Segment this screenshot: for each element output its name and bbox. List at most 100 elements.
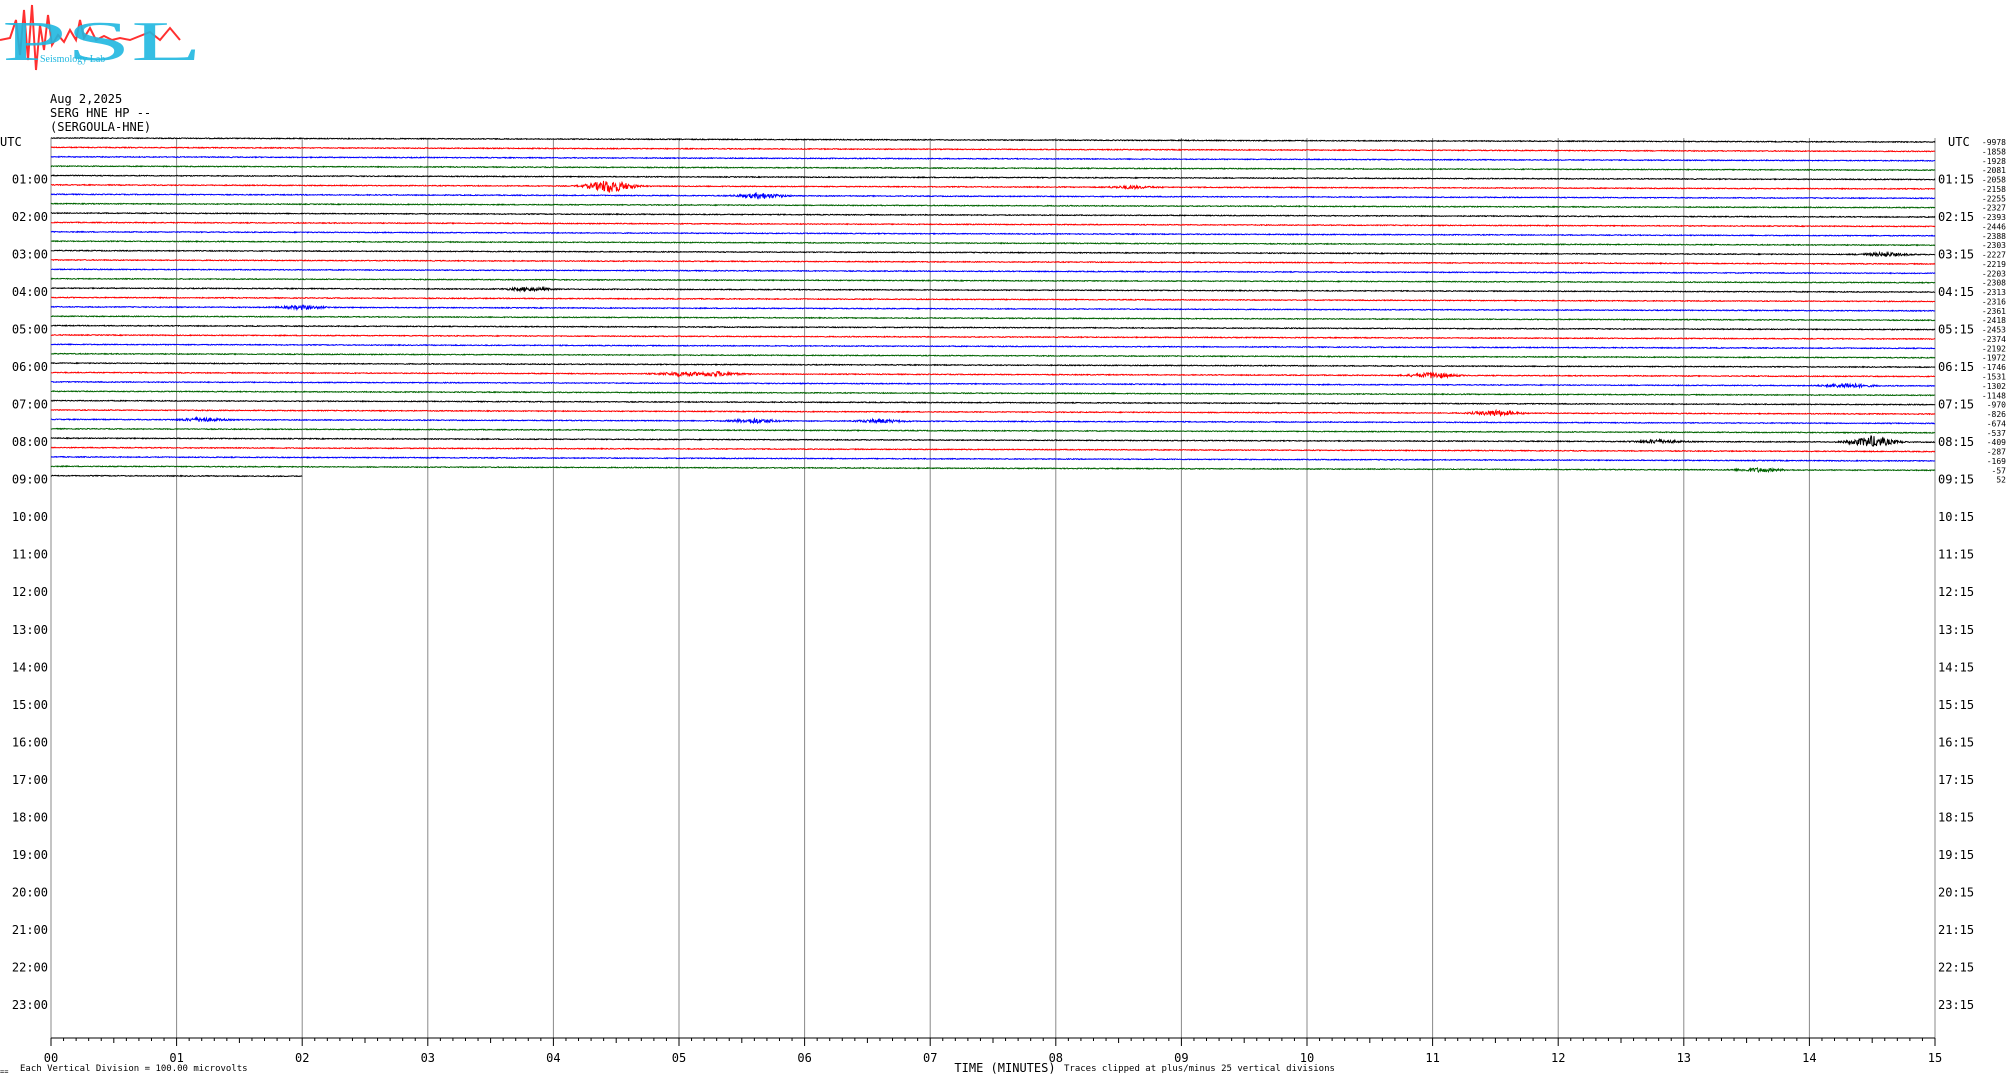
time-axis-tick-label: 10: [1300, 1051, 1314, 1065]
hour-label-right: 03:15: [1938, 248, 1974, 262]
row-offset-value: -409: [1987, 438, 2006, 447]
time-axis-tick-label: 13: [1677, 1051, 1691, 1065]
hour-label-right: 21:15: [1938, 923, 1974, 937]
row-offset-value: -1746: [1982, 363, 2006, 372]
hour-label-right: 05:15: [1938, 323, 1974, 337]
row-offset-value: -1972: [1982, 354, 2006, 363]
seismic-trace: [50, 239, 1936, 247]
seismic-trace: [50, 361, 1936, 369]
time-axis-tick-label: 09: [1174, 1051, 1188, 1065]
row-offset-value: -2255: [1982, 194, 2006, 203]
row-offset-value: -2303: [1982, 241, 2006, 250]
time-axis-tick-label: 05: [672, 1051, 686, 1065]
hour-label-left: 18:00: [12, 810, 48, 824]
hour-label-left: 07:00: [12, 398, 48, 412]
seismic-trace: [50, 174, 1936, 181]
row-offset-value: -2081: [1982, 166, 2006, 175]
seismic-trace: [50, 415, 1936, 425]
row-offset-value: -169: [1987, 457, 2006, 466]
time-axis-title: TIME (MINUTES): [954, 1061, 1055, 1075]
seismic-trace: [50, 211, 1936, 219]
hour-label-left: 09:00: [12, 473, 48, 487]
row-offset-value: -1928: [1982, 157, 2006, 166]
seismic-trace: [50, 268, 1936, 275]
hour-label-right: 15:15: [1938, 698, 1974, 712]
row-offset-value: -9978: [1982, 138, 2006, 147]
time-axis-tick-label: 02: [295, 1051, 309, 1065]
seismic-trace: [50, 230, 1936, 238]
seismic-trace: [50, 435, 1936, 447]
hour-label-left: 06:00: [12, 360, 48, 374]
hour-label-right: 19:15: [1938, 848, 1974, 862]
utc-label-right: UTC: [1948, 135, 1970, 149]
row-offset-value: -2361: [1982, 307, 2006, 316]
row-offset-value: -826: [1987, 410, 2006, 419]
row-offset-value: -2192: [1982, 344, 2006, 353]
hour-label-left: 12:00: [12, 585, 48, 599]
hour-label-left: 17:00: [12, 773, 48, 787]
hour-label-left: 21:00: [12, 923, 48, 937]
hour-label-left: 11:00: [12, 548, 48, 562]
row-offset-value: -2453: [1982, 326, 2006, 335]
hour-label-left: 08:00: [12, 435, 48, 449]
hour-label-left: 19:00: [12, 848, 48, 862]
hour-label-right: 01:15: [1938, 173, 1974, 187]
seismic-trace: [50, 352, 1936, 359]
hour-label-left: 22:00: [12, 960, 48, 974]
row-offset-value: -1148: [1982, 391, 2006, 400]
seismic-trace: [50, 455, 1936, 463]
seismic-trace: [50, 296, 1936, 303]
row-offset-value: -2418: [1982, 316, 2006, 325]
hour-label-right: 16:15: [1938, 735, 1974, 749]
hour-label-left: 23:00: [12, 998, 48, 1012]
row-offset-value: -674: [1987, 419, 2006, 428]
seismic-trace: [50, 191, 1936, 200]
seismic-trace: [50, 202, 1936, 209]
hour-label-right: 13:15: [1938, 623, 1974, 637]
seismic-trace: [50, 427, 1936, 435]
hour-label-left: 04:00: [12, 285, 48, 299]
row-offset-value: -1531: [1982, 373, 2006, 382]
seismic-trace: [50, 285, 1936, 294]
hour-label-right: 14:15: [1938, 660, 1974, 674]
hour-label-left: 02:00: [12, 210, 48, 224]
seismic-trace: [50, 399, 1936, 406]
time-axis-tick-label: 14: [1802, 1051, 1816, 1065]
hour-label-right: 02:15: [1938, 210, 1974, 224]
seismic-trace: [50, 155, 1936, 162]
row-offset-value: -2308: [1982, 279, 2006, 288]
hour-label-right: 04:15: [1938, 285, 1974, 299]
helicorder-plot: 00 01 02 03 04 05 06 07 08 09 10 11 12 13 14 15TIME (MI…: [0, 135, 2007, 1075]
time-axis-tick-label: 00: [44, 1051, 58, 1065]
row-offset-value: -2374: [1982, 335, 2006, 344]
hour-label-right: 06:15: [1938, 360, 1974, 374]
hour-label-left: 15:00: [12, 698, 48, 712]
seismic-trace: [50, 446, 1936, 453]
row-offset-value: -2058: [1982, 176, 2006, 185]
row-offset-value: -2327: [1982, 204, 2006, 213]
seismic-trace: [50, 180, 1936, 193]
hour-label-left: 14:00: [12, 660, 48, 674]
hour-label-left: 03:00: [12, 248, 48, 262]
seismic-trace: [50, 370, 1936, 379]
hour-label-left: 20:00: [12, 885, 48, 899]
time-axis-tick-label: 01: [169, 1051, 183, 1065]
seismic-trace: [50, 258, 1936, 266]
hour-label-right: 23:15: [1938, 998, 1974, 1012]
seismic-trace: [50, 408, 1936, 418]
hour-label-right: 10:15: [1938, 510, 1974, 524]
hour-label-left: 13:00: [12, 623, 48, 637]
row-offset-value: -57: [1992, 466, 2007, 475]
seismic-trace: [50, 164, 1936, 172]
row-offset-value: -2393: [1982, 213, 2006, 222]
time-axis-tick-label: 11: [1425, 1051, 1439, 1065]
seismic-trace: [50, 136, 1936, 144]
hour-label-right: 09:15: [1938, 473, 1974, 487]
time-axis-tick-label: 12: [1551, 1051, 1565, 1065]
row-offset-value: -287: [1987, 448, 2006, 457]
row-offset-value: -2316: [1982, 297, 2006, 306]
vertical-division-note: Each Vertical Division = 100.00 microvol…: [20, 1064, 248, 1074]
hour-label-right: 22:15: [1938, 960, 1974, 974]
hour-label-right: 07:15: [1938, 398, 1974, 412]
row-offset-value: -2203: [1982, 269, 2006, 278]
